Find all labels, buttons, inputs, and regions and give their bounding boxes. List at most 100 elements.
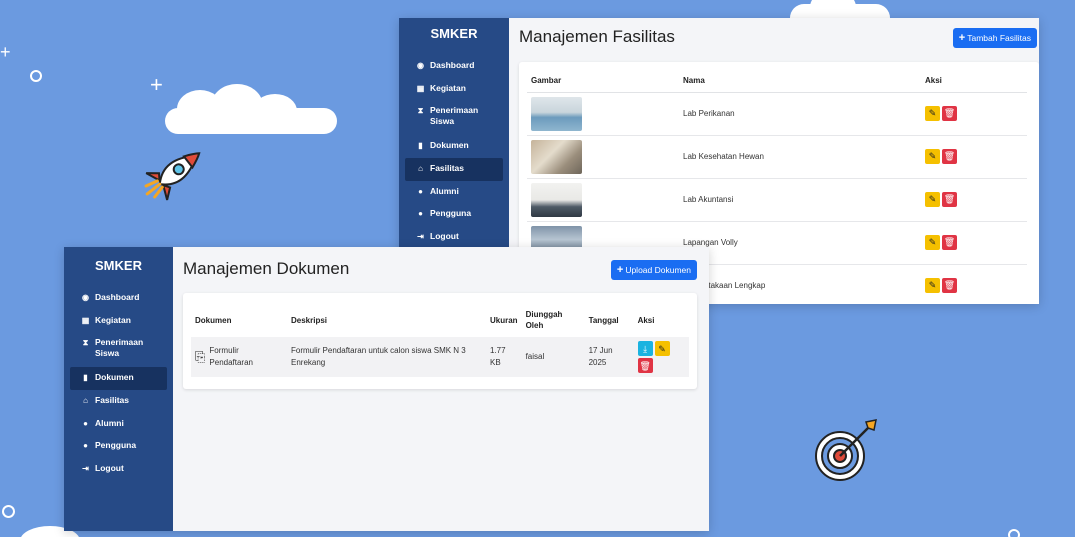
gauge-icon: ◉ [82, 293, 89, 302]
name-cell: Lab Akuntansi [679, 178, 921, 222]
sidebar-item-pengguna[interactable]: ● Pengguna [70, 435, 167, 458]
delete-button[interactable]: 🗑 [942, 149, 957, 164]
plus-icon: + [616, 264, 624, 276]
sidebar-item-label: Alumni [95, 417, 124, 428]
trash-icon: 🗑 [943, 151, 956, 161]
cloud-decoration [790, 0, 890, 18]
table-row: Lab Akuntansi ✎ 🗑 [527, 178, 1027, 222]
sidebar-item-label: Kegiatan [430, 82, 466, 93]
plus-decoration: + [0, 42, 11, 62]
building-icon: ⌂ [418, 164, 423, 174]
brand-logo[interactable]: SMKER [64, 258, 173, 273]
trash-icon: 🗑 [943, 280, 956, 290]
sidebar-item-kegiatan[interactable]: ▦ Kegiatan [405, 78, 503, 101]
actions-cell: ✎ 🗑 [921, 264, 1027, 304]
upload-document-button[interactable]: + Upload Dokumen [610, 260, 697, 280]
sidebar-item-fasilitas[interactable]: ⌂ Fasilitas [70, 390, 167, 413]
sidebar-item-fasilitas[interactable]: ⌂ Fasilitas [405, 158, 503, 181]
add-facility-button-label: Tambah Fasilitas [967, 33, 1031, 43]
circle-decoration [1008, 529, 1020, 537]
page-title: Manajemen Dokumen [183, 259, 350, 278]
sidebar-item-logout[interactable]: ⇥ Logout [405, 226, 503, 249]
pdf-file-icon: ⎘ [195, 349, 206, 364]
main-content: Manajemen Dokumen + Upload Dokumen Dokume… [173, 247, 709, 531]
download-button[interactable]: ⤓ [637, 341, 653, 356]
document-cell: ⎘ Formulir Pendaftaran [191, 337, 287, 377]
name-cell: Lab Kesehatan Hewan [679, 135, 921, 179]
sidebar-item-alumni[interactable]: ● Alumni [70, 413, 167, 436]
users-icon: ● [418, 186, 423, 196]
sidebar-item-label: Dokumen [95, 372, 134, 383]
cloud-decoration [165, 84, 337, 134]
calendar-icon: ▦ [416, 83, 425, 93]
hourglass-icon: ⧗ [417, 106, 424, 116]
edit-button[interactable]: ✎ [925, 235, 940, 250]
file-icon: ▮ [83, 373, 88, 383]
sidebar-item-penerimaan-siswa[interactable]: ⧗ Penerimaan Siswa [405, 100, 503, 135]
image-cell [527, 135, 679, 179]
edit-button[interactable]: ✎ [925, 278, 940, 293]
actions-cell: ✎ 🗑 [921, 92, 1027, 136]
sidebar-item-kegiatan[interactable]: ▦ Kegiatan [70, 310, 167, 333]
delete-button[interactable]: 🗑 [942, 235, 957, 250]
name-cell: Lapangan Volly [679, 221, 921, 265]
sidebar-item-logout[interactable]: ⇥ Logout [70, 458, 167, 481]
page-title: Manajemen Fasilitas [519, 27, 675, 46]
name-cell: Perpustakaan Lengkap [679, 264, 921, 304]
upload-document-button-label: Upload Dokumen [625, 265, 691, 275]
delete-button[interactable]: 🗑 [942, 192, 957, 207]
sidebar-nav: ◉ Dashboard ▦ Kegiatan ⧗ Penerimaan Siswa ▮… [399, 55, 509, 249]
edit-button[interactable]: ✎ [925, 106, 940, 121]
delete-button[interactable]: 🗑 [942, 278, 957, 293]
plus-decoration: + [150, 72, 163, 97]
sidebar-item-label: Fasilitas [430, 163, 465, 174]
circle-decoration [30, 70, 42, 82]
image-cell [527, 178, 679, 222]
add-facility-button[interactable]: + Tambah Fasilitas [952, 28, 1037, 48]
sidebar-item-label: Kegiatan [95, 314, 131, 325]
sidebar-item-label: Penerimaan Siswa [95, 337, 144, 359]
table-row: ⎘ Formulir Pendaftaran Formulir Pendaftar… [191, 337, 689, 377]
calendar-icon: ▦ [81, 315, 90, 325]
sidebar-item-label: Dokumen [430, 140, 469, 151]
table-header-row: Dokumen Deskripsi Ukuran Diunggah Oleh T… [191, 303, 689, 337]
column-header-aksi: Aksi [637, 315, 655, 325]
sidebar-item-label: Pengguna [95, 440, 137, 451]
user-group-icon: ● [418, 209, 423, 219]
actions-cell: ✎ 🗑 [921, 221, 1027, 265]
sidebar-item-pengguna[interactable]: ● Pengguna [405, 203, 503, 226]
sidebar-item-label: Logout [430, 231, 459, 242]
sidebar-item-label: Logout [95, 463, 124, 474]
edit-button[interactable]: ✎ [925, 149, 940, 164]
name-cell: Lab Perikanan [679, 92, 921, 136]
trash-icon: 🗑 [943, 108, 956, 118]
plus-icon: + [958, 32, 966, 44]
delete-button[interactable]: 🗑 [942, 106, 957, 121]
sidebar-item-dokumen[interactable]: ▮ Dokumen [70, 367, 167, 391]
edit-icon: ✎ [928, 237, 937, 247]
brand-logo[interactable]: SMKER [399, 26, 509, 41]
column-header-nama: Nama [679, 70, 921, 93]
column-header-gambar: Gambar [527, 70, 679, 93]
document-name: Formulir Pendaftaran [209, 346, 253, 367]
description-cell: Formulir Pendaftaran untuk calon siswa S… [287, 337, 486, 377]
hourglass-icon: ⧗ [82, 338, 89, 348]
file-icon: ▮ [418, 141, 423, 151]
sidebar-item-dokumen[interactable]: ▮ Dokumen [405, 135, 503, 158]
logout-icon: ⇥ [82, 464, 89, 474]
edit-button[interactable]: ✎ [925, 192, 940, 207]
facility-image [531, 182, 582, 217]
delete-button[interactable]: 🗑 [637, 358, 653, 373]
sidebar-item-label: Penerimaan Siswa [430, 105, 479, 127]
sidebar-item-alumni[interactable]: ● Alumni [405, 181, 503, 204]
size-cell: 1.77 KB [486, 337, 522, 377]
sidebar-item-dashboard[interactable]: ◉ Dashboard [70, 287, 167, 310]
sidebar-item-label: Dashboard [95, 292, 140, 302]
sidebar-item-dashboard[interactable]: ◉ Dashboard [405, 55, 503, 78]
edit-button[interactable]: ✎ [654, 341, 670, 356]
uploaded-by-cell: faisal [521, 337, 585, 377]
building-icon: ⌂ [83, 396, 88, 406]
sidebar-item-label: Pengguna [430, 208, 472, 219]
sidebar-item-label: Alumni [430, 185, 459, 196]
sidebar-item-penerimaan-siswa[interactable]: ⧗ Penerimaan Siswa [70, 332, 167, 367]
